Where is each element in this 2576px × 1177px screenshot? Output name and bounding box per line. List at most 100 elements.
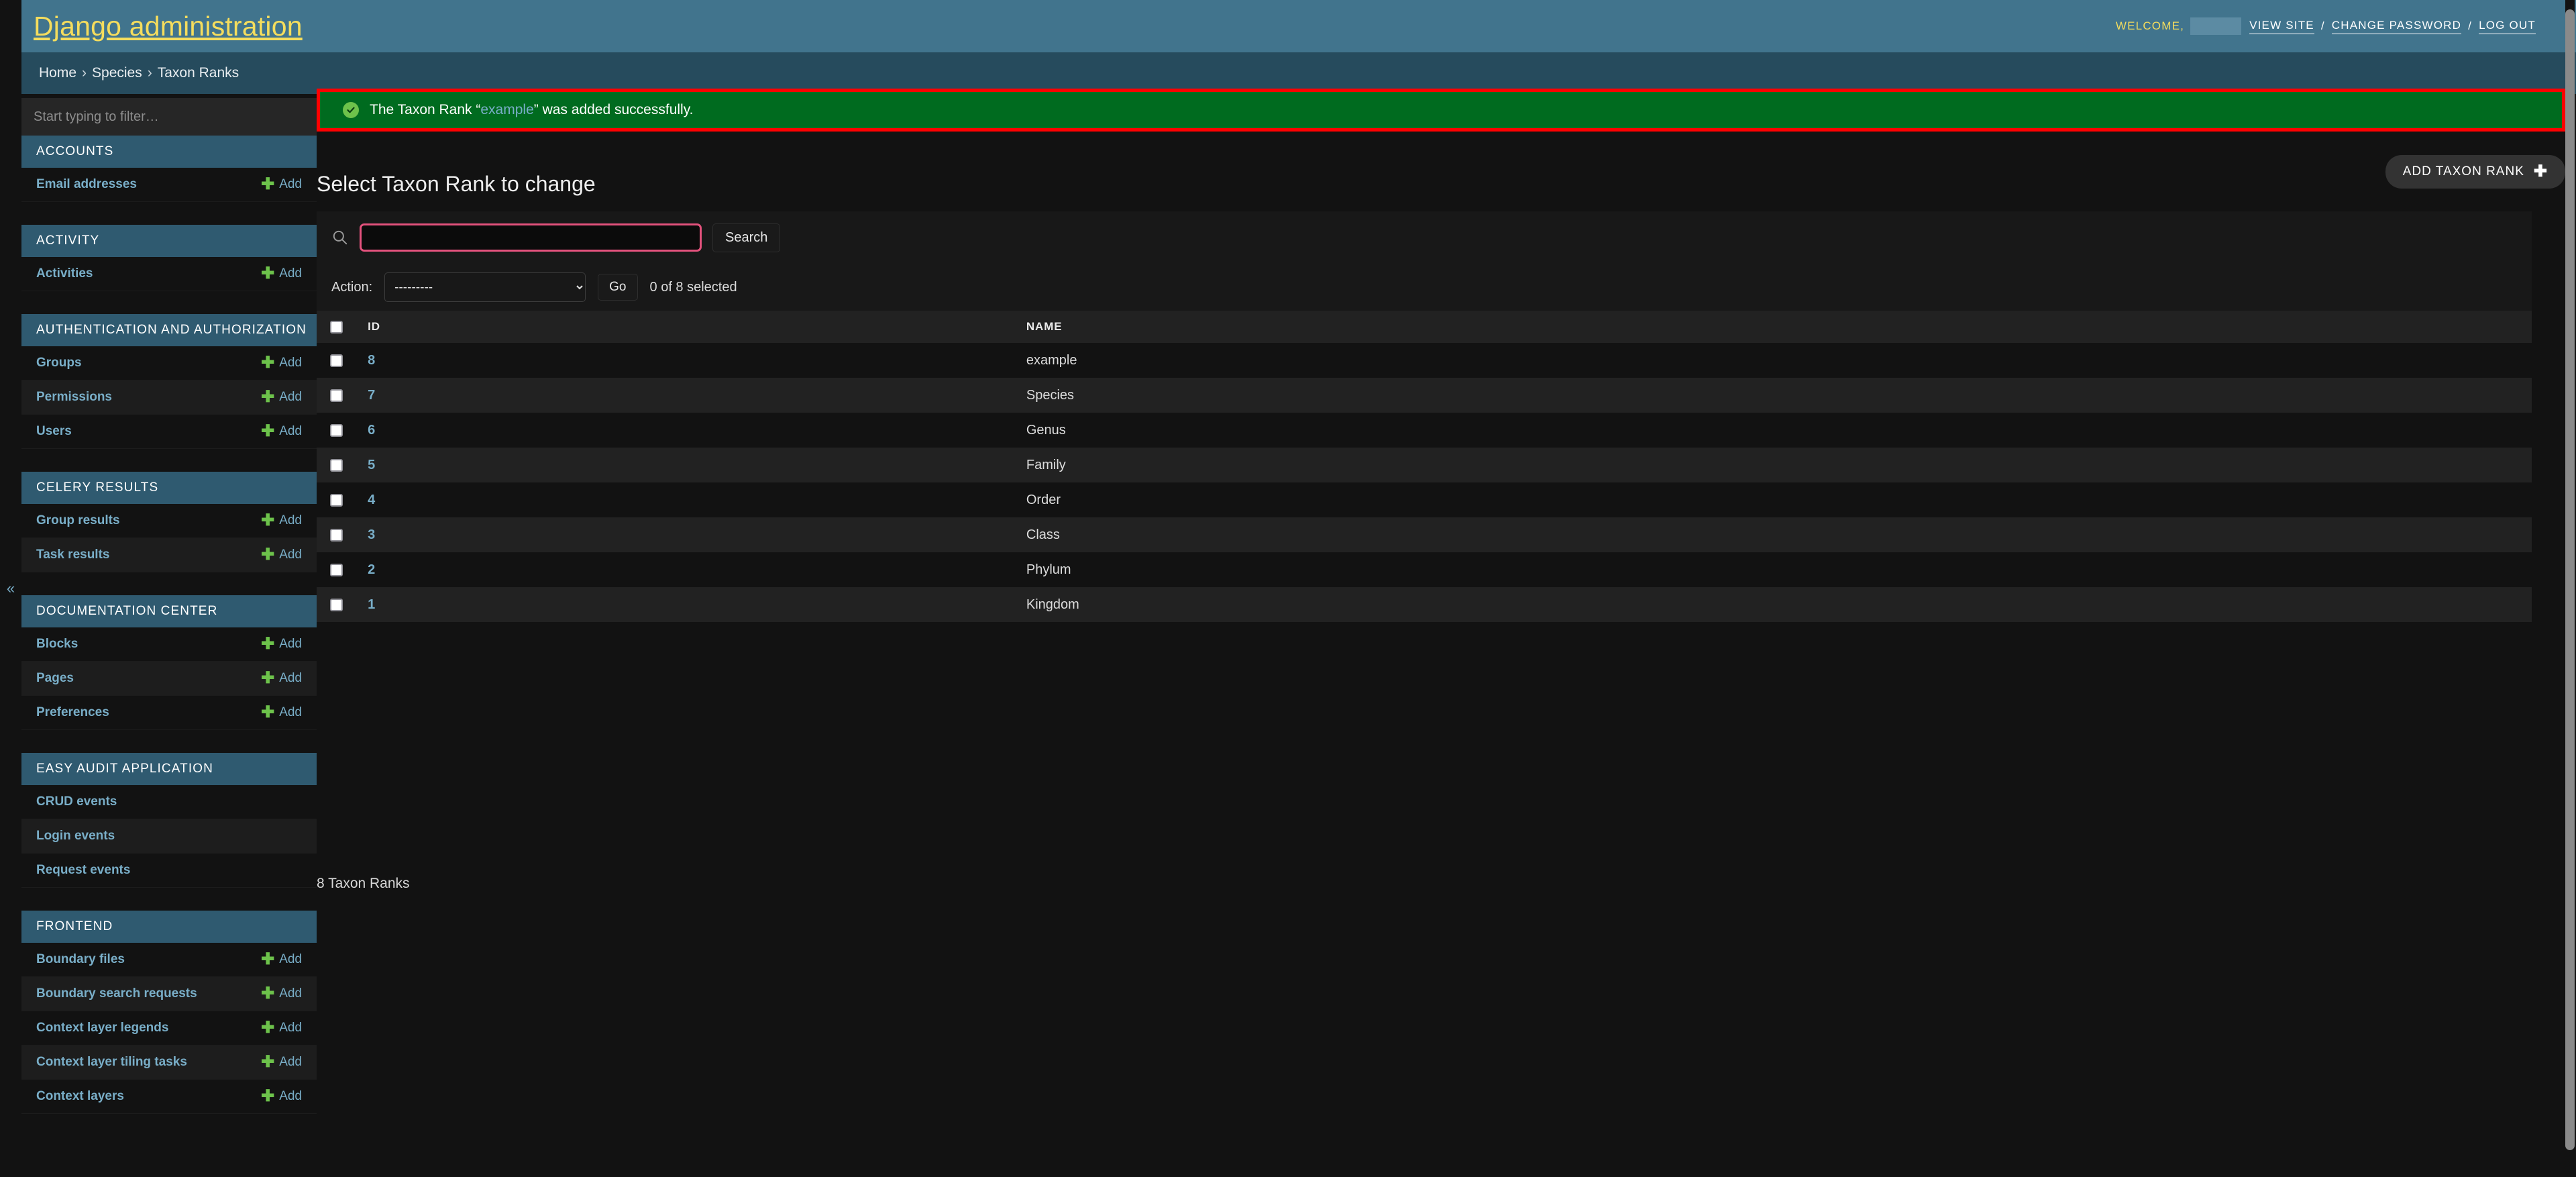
page-scrollbar[interactable] bbox=[2565, 0, 2575, 1177]
breadcrumb-separator-1: › bbox=[82, 65, 87, 81]
sidebar-add-link[interactable]: ✚ Add bbox=[261, 423, 302, 440]
row-checkbox[interactable] bbox=[330, 458, 343, 472]
sidebar-item-permissions[interactable]: Permissions ✚ Add bbox=[21, 380, 317, 415]
sidebar-app-title: FRONTEND bbox=[21, 911, 317, 943]
sidebar-item-context-layer-tiling-tasks[interactable]: Context layer tiling tasks ✚ Add bbox=[21, 1045, 317, 1080]
sidebar-add-link[interactable]: ✚ Add bbox=[261, 986, 302, 1002]
sidebar-item-email-addresses[interactable]: Email addresses ✚ Add bbox=[21, 168, 317, 202]
row-checkbox[interactable] bbox=[330, 598, 343, 611]
row-id-link[interactable]: 5 bbox=[354, 458, 375, 472]
sidebar-item-label[interactable]: Preferences bbox=[36, 705, 109, 720]
sidebar-item-request-events[interactable]: Request events bbox=[21, 854, 317, 888]
sidebar-item-label[interactable]: Activities bbox=[36, 266, 93, 281]
sidebar-add-link[interactable]: ✚ Add bbox=[261, 547, 302, 563]
sidebar-add-link[interactable]: ✚ Add bbox=[261, 355, 302, 371]
sidebar-item-task-results[interactable]: Task results ✚ Add bbox=[21, 538, 317, 572]
plus-icon: ✚ bbox=[261, 422, 275, 440]
sidebar-add-link[interactable]: ✚ Add bbox=[261, 1088, 302, 1105]
sidebar-item-label[interactable]: Request events bbox=[36, 863, 130, 878]
change-password-link[interactable]: CHANGE PASSWORD bbox=[2331, 19, 2462, 34]
column-header-id[interactable]: ID bbox=[354, 311, 1013, 343]
log-out-link[interactable]: LOG OUT bbox=[2479, 19, 2536, 34]
sidebar-item-label[interactable]: Context layer tiling tasks bbox=[36, 1055, 187, 1070]
sidebar-item-label[interactable]: Email addresses bbox=[36, 177, 137, 192]
sidebar-item-label[interactable]: Groups bbox=[36, 356, 82, 370]
row-checkbox[interactable] bbox=[330, 389, 343, 402]
row-id-link[interactable]: 4 bbox=[354, 493, 375, 507]
sidebar-item-preferences[interactable]: Preferences ✚ Add bbox=[21, 696, 317, 730]
sidebar-item-label[interactable]: Permissions bbox=[36, 390, 112, 405]
sidebar-add-link[interactable]: ✚ Add bbox=[261, 266, 302, 282]
sidebar-item-label[interactable]: Users bbox=[36, 424, 72, 439]
sidebar-item-label[interactable]: CRUD events bbox=[36, 795, 117, 809]
sidebar-item-boundary-files[interactable]: Boundary files ✚ Add bbox=[21, 943, 317, 977]
sidebar-item-login-events[interactable]: Login events bbox=[21, 819, 317, 854]
sidebar-item-label[interactable]: Blocks bbox=[36, 637, 78, 652]
sidebar-item-blocks[interactable]: Blocks ✚ Add bbox=[21, 627, 317, 662]
sidebar-add-link[interactable]: ✚ Add bbox=[261, 705, 302, 721]
row-checkbox[interactable] bbox=[330, 528, 343, 542]
sidebar-app-celery-results: CELERY RESULTS Group results ✚ Add Task resu… bbox=[21, 472, 317, 572]
sidebar-app-documentation-center: DOCUMENTATION CENTER Blocks ✚ Add Pages ✚ Add P… bbox=[21, 595, 317, 730]
sidebar-item-crud-events[interactable]: CRUD events bbox=[21, 785, 317, 819]
sidebar-add-label: Add bbox=[279, 671, 302, 685]
sidebar-add-link[interactable]: ✚ Add bbox=[261, 176, 302, 193]
row-id-link[interactable]: 1 bbox=[354, 597, 375, 612]
sidebar-app-title: ACCOUNTS bbox=[21, 136, 317, 168]
sidebar-filter-input[interactable] bbox=[21, 98, 317, 136]
sidebar-app-title: AUTHENTICATION AND AUTHORIZATION bbox=[21, 314, 317, 346]
row-id-link[interactable]: 6 bbox=[354, 423, 375, 438]
row-id-link[interactable]: 2 bbox=[354, 562, 375, 577]
sidebar-add-link[interactable]: ✚ Add bbox=[261, 952, 302, 968]
sidebar-add-link[interactable]: ✚ Add bbox=[261, 1054, 302, 1070]
row-checkbox[interactable] bbox=[330, 493, 343, 507]
sidebar-item-group-results[interactable]: Group results ✚ Add bbox=[21, 504, 317, 538]
sidebar-add-link[interactable]: ✚ Add bbox=[261, 389, 302, 405]
action-go-button[interactable]: Go bbox=[598, 274, 638, 301]
content-header: Select Taxon Rank to change ADD TAXON RA… bbox=[317, 155, 2565, 198]
sidebar-add-link[interactable]: ✚ Add bbox=[261, 513, 302, 529]
search-button[interactable]: Search bbox=[712, 223, 781, 252]
sidebar-item-groups[interactable]: Groups ✚ Add bbox=[21, 346, 317, 380]
sidebar-item-label[interactable]: Pages bbox=[36, 671, 74, 686]
column-header-name[interactable]: NAME bbox=[1012, 311, 2532, 343]
action-select[interactable]: ---------Delete selected Taxon Ranks bbox=[384, 272, 586, 302]
breadcrumb-home[interactable]: Home bbox=[39, 65, 76, 81]
row-checkbox[interactable] bbox=[330, 563, 343, 576]
search-input[interactable] bbox=[360, 223, 702, 252]
row-id-link[interactable]: 8 bbox=[354, 353, 375, 368]
row-id-link[interactable]: 3 bbox=[354, 527, 375, 542]
sidebar-collapse-toggle[interactable]: « bbox=[0, 0, 21, 1177]
select-all-checkbox[interactable] bbox=[330, 320, 343, 334]
sidebar-item-label[interactable]: Context layers bbox=[36, 1089, 124, 1104]
sidebar-item-pages[interactable]: Pages ✚ Add bbox=[21, 662, 317, 696]
sidebar-item-label[interactable]: Boundary search requests bbox=[36, 986, 197, 1001]
sidebar-item-users[interactable]: Users ✚ Add bbox=[21, 415, 317, 449]
sidebar-add-link[interactable]: ✚ Add bbox=[261, 636, 302, 652]
sidebar-add-link[interactable]: ✚ Add bbox=[261, 1020, 302, 1036]
sidebar-item-label[interactable]: Login events bbox=[36, 829, 115, 843]
sidebar-add-link[interactable]: ✚ Add bbox=[261, 670, 302, 686]
table-row: 7 Species bbox=[317, 378, 2532, 413]
row-select-cell bbox=[317, 482, 355, 517]
welcome-label: WELCOME, bbox=[2115, 19, 2185, 32]
add-taxon-rank-button[interactable]: ADD TAXON RANK ✚ bbox=[2385, 155, 2565, 189]
scrollbar-thumb[interactable] bbox=[2565, 9, 2575, 1150]
sidebar-item-label[interactable]: Boundary files bbox=[36, 952, 125, 967]
row-checkbox[interactable] bbox=[330, 354, 343, 367]
sidebar-item-activities[interactable]: Activities ✚ Add bbox=[21, 257, 317, 291]
row-id-cell: 3 bbox=[354, 517, 1013, 552]
row-checkbox[interactable] bbox=[330, 423, 343, 437]
view-site-link[interactable]: VIEW SITE bbox=[2249, 19, 2314, 34]
sidebar-item-boundary-search-requests[interactable]: Boundary search requests ✚ Add bbox=[21, 977, 317, 1011]
sidebar-item-label[interactable]: Task results bbox=[36, 548, 109, 562]
site-branding[interactable]: Django administration bbox=[34, 11, 303, 42]
sidebar-item-context-layer-legends[interactable]: Context layer legends ✚ Add bbox=[21, 1011, 317, 1045]
breadcrumb-species[interactable]: Species bbox=[92, 65, 142, 81]
select-all-header bbox=[317, 311, 355, 343]
sidebar-item-context-layers[interactable]: Context layers ✚ Add bbox=[21, 1080, 317, 1114]
row-id-link[interactable]: 7 bbox=[354, 388, 375, 403]
sidebar-item-label[interactable]: Group results bbox=[36, 513, 120, 528]
sidebar-item-label[interactable]: Context layer legends bbox=[36, 1021, 168, 1035]
plus-icon: ✚ bbox=[2533, 162, 2548, 181]
